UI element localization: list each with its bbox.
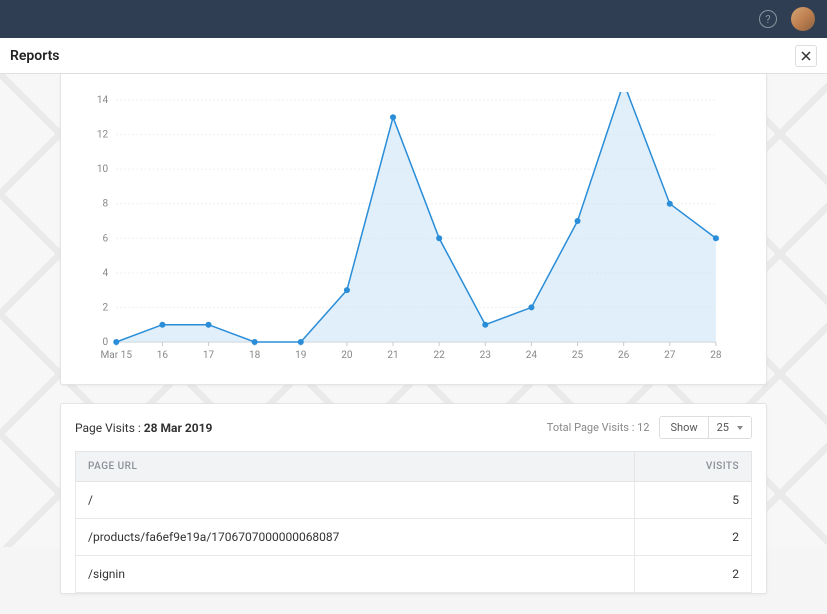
chevron-down-icon: [737, 426, 743, 430]
pagesize-value: 25: [717, 421, 729, 434]
cell-visits: 2: [634, 519, 751, 556]
col-url: PAGE URL: [76, 452, 635, 482]
visits-area-chart: 02468101214Mar 1516171819202122232425262…: [81, 92, 726, 370]
svg-text:27: 27: [664, 350, 676, 361]
close-icon: [801, 51, 811, 61]
svg-text:8: 8: [103, 199, 109, 210]
svg-text:19: 19: [295, 350, 306, 361]
svg-text:23: 23: [480, 350, 491, 361]
svg-text:21: 21: [387, 350, 398, 361]
col-visits: VISITS: [634, 452, 751, 482]
svg-text:22: 22: [434, 350, 446, 361]
visits-date: 28 Mar 2019: [144, 421, 213, 435]
table-row[interactable]: /5: [76, 482, 752, 519]
help-icon[interactable]: ?: [759, 10, 777, 28]
svg-text:20: 20: [341, 350, 353, 361]
chart-card: 02468101214Mar 1516171819202122232425262…: [60, 74, 767, 385]
topbar: ?: [0, 0, 827, 38]
total-value: 12: [637, 421, 649, 434]
cell-url: /products/fa6ef9e19a/1706707000000068087: [76, 519, 635, 556]
visits-controls: Total Page Visits : 12 Show 25: [547, 416, 752, 439]
show-button[interactable]: Show: [660, 417, 708, 438]
svg-text:14: 14: [97, 95, 109, 106]
visits-label: Page Visits :: [75, 421, 141, 435]
svg-text:4: 4: [103, 268, 109, 279]
chart-wrap: 02468101214Mar 1516171819202122232425262…: [81, 92, 726, 370]
svg-text:25: 25: [572, 350, 584, 361]
svg-text:16: 16: [157, 350, 169, 361]
svg-text:17: 17: [203, 350, 215, 361]
cell-visits: 5: [634, 482, 751, 519]
pagesize-control: Show 25: [659, 416, 752, 439]
cell-visits: 2: [634, 556, 751, 593]
svg-text:2: 2: [103, 302, 109, 313]
visits-header: Page Visits : 28 Mar 2019 Total Page Vis…: [61, 404, 766, 451]
total-label: Total Page Visits :: [547, 421, 635, 434]
svg-text:26: 26: [618, 350, 630, 361]
pagesize-select[interactable]: 25: [709, 417, 751, 438]
svg-text:0: 0: [103, 337, 109, 348]
svg-text:18: 18: [249, 350, 261, 361]
table-row[interactable]: /signin2: [76, 556, 752, 593]
page-title: Reports: [10, 48, 60, 64]
cell-url: /: [76, 482, 635, 519]
visits-card: Page Visits : 28 Mar 2019 Total Page Vis…: [60, 403, 767, 594]
svg-text:12: 12: [97, 130, 109, 141]
visits-title: Page Visits : 28 Mar 2019: [75, 421, 212, 435]
svg-text:24: 24: [526, 350, 538, 361]
total-visits-label: Total Page Visits : 12: [547, 421, 650, 434]
svg-text:6: 6: [103, 233, 109, 244]
avatar[interactable]: [791, 7, 815, 31]
svg-text:10: 10: [97, 164, 109, 175]
help-glyph: ?: [765, 13, 770, 26]
table-row[interactable]: /products/fa6ef9e19a/1706707000000068087…: [76, 519, 752, 556]
content: 02468101214Mar 1516171819202122232425262…: [0, 74, 827, 614]
close-button[interactable]: [795, 45, 817, 67]
svg-text:28: 28: [710, 350, 722, 361]
cell-url: /signin: [76, 556, 635, 593]
svg-text:Mar 15: Mar 15: [101, 350, 133, 361]
visits-table: PAGE URL VISITS /5/products/fa6ef9e19a/1…: [75, 451, 752, 593]
titlebar: Reports: [0, 38, 827, 74]
